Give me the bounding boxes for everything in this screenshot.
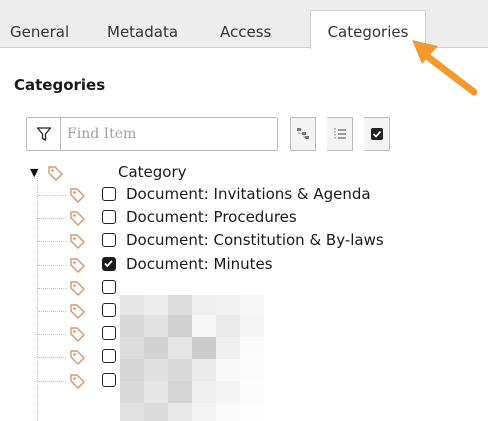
- select-all-button[interactable]: [364, 117, 390, 151]
- find-item-input[interactable]: [67, 122, 267, 146]
- tree-connector: [38, 218, 66, 219]
- tree-connector: [38, 311, 66, 312]
- tree-connector: [38, 357, 66, 358]
- category-checkbox[interactable]: [102, 349, 116, 363]
- tag-icon: [70, 304, 85, 319]
- tree-connector: [38, 265, 66, 266]
- tree-connector: [38, 288, 66, 289]
- expand-caret-icon[interactable]: ▼: [30, 166, 38, 179]
- tab-metadata[interactable]: Metadata: [107, 0, 178, 48]
- category-checkbox[interactable]: [102, 210, 116, 224]
- tag-icon: [70, 327, 85, 342]
- category-checkbox[interactable]: [102, 326, 116, 340]
- tree-connector: [38, 195, 66, 196]
- tag-icon: [70, 211, 85, 226]
- tree-item-label: Document: Invitations & Agenda: [126, 185, 371, 203]
- tree-item-label: Document: Constitution & By-laws: [126, 231, 384, 249]
- redacted-labels: [120, 295, 264, 421]
- tree-item[interactable]: Document: Constitution & By-laws: [0, 230, 480, 252]
- category-checkbox[interactable]: [102, 257, 116, 271]
- collapse-tree-button[interactable]: [290, 117, 316, 151]
- tree-connector: [38, 241, 66, 242]
- filter-icon[interactable]: [27, 118, 61, 150]
- tree-root[interactable]: ▼ Category: [0, 162, 480, 184]
- section-title: Categories: [14, 76, 106, 94]
- category-checkbox[interactable]: [102, 303, 116, 317]
- tree-item-label: Document: Procedures: [126, 208, 297, 226]
- filter-box: [26, 117, 278, 151]
- tag-icon: [70, 188, 85, 203]
- check-all-icon: [370, 128, 383, 140]
- tree-item[interactable]: Document: Invitations & Agenda: [0, 184, 480, 206]
- tree-collapse-icon: [297, 128, 309, 139]
- check-icon: [104, 260, 113, 268]
- tree-item[interactable]: Document: Procedures: [0, 207, 480, 229]
- tab-access[interactable]: Access: [220, 0, 271, 48]
- tag-icon: [70, 258, 85, 273]
- category-checkbox[interactable]: [102, 373, 116, 387]
- tree-item-label: Document: Minutes: [126, 255, 273, 273]
- tag-icon: [48, 166, 63, 181]
- tree-connector: [38, 381, 66, 382]
- tag-icon: [70, 234, 85, 249]
- category-checkbox[interactable]: [102, 187, 116, 201]
- tag-icon: [70, 350, 85, 365]
- pointer-arrow-icon: [412, 40, 478, 96]
- tree-item[interactable]: Document: Minutes: [0, 254, 480, 276]
- category-checkbox[interactable]: [102, 233, 116, 247]
- tree-list-icon: [334, 128, 346, 140]
- tree-connector: [38, 334, 66, 335]
- tag-icon: [70, 374, 85, 389]
- category-checkbox[interactable]: [102, 280, 116, 294]
- tree-root-label: Category: [118, 163, 187, 181]
- expand-list-button[interactable]: [327, 117, 353, 151]
- tag-icon: [70, 281, 85, 296]
- tab-general[interactable]: General: [10, 0, 69, 48]
